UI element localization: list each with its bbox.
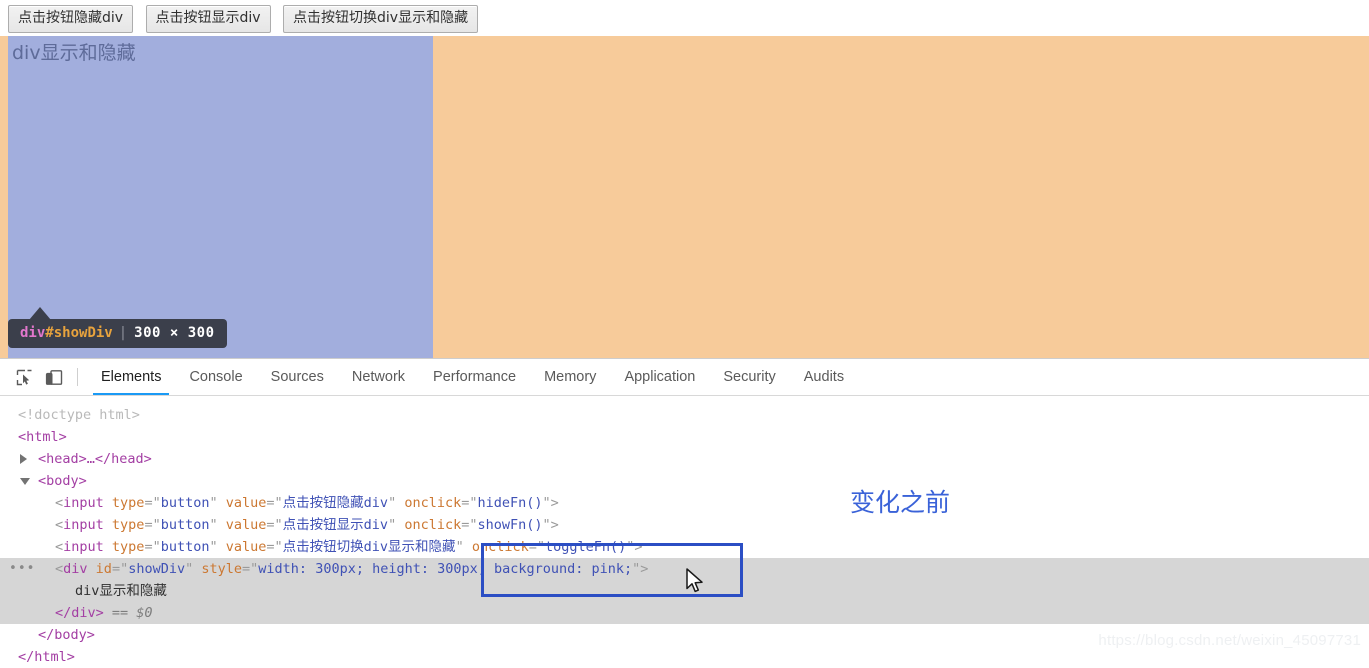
dom-node-body-open[interactable]: <body> (0, 470, 1369, 492)
chevron-right-icon[interactable] (20, 454, 27, 464)
showdiv-close-tag: </div> (55, 605, 104, 621)
dom-node-showdiv-close[interactable]: </div> == $0 (0, 602, 1369, 624)
dom-node-doctype[interactable]: <!doctype html> (0, 404, 1369, 426)
dom-node-html-open[interactable]: <html> (0, 426, 1369, 448)
tab-sources[interactable]: Sources (257, 359, 338, 395)
input-tag-1: input (63, 495, 104, 511)
show-div-button[interactable]: 点击按钮显示div (145, 5, 271, 33)
input-3-attr-value-value: 点击按钮切换div显示和隐藏 (282, 539, 456, 555)
showdiv-attr-style-name: style (201, 561, 243, 577)
input-3-attr-type-name: type (111, 539, 145, 555)
hide-div-button[interactable]: 点击按钮隐藏div (8, 5, 134, 33)
element-badge-id: #showDiv (45, 325, 113, 341)
page-button-row: 点击按钮隐藏div 点击按钮显示div 点击按钮切换div显示和隐藏 (0, 0, 1369, 36)
html-open-tag: <html> (18, 429, 67, 445)
input-2-attr-onclick-value: showFn() (477, 517, 543, 533)
dom-node-input-toggle[interactable]: <input type="button" value="点击按钮切换div显示和… (0, 536, 1369, 558)
dom-node-showdiv-text[interactable]: div显示和隐藏 (0, 580, 1369, 602)
showdiv-attr-id-value: showDiv (128, 561, 186, 577)
dom-node-head[interactable]: <head>…</head> (0, 448, 1369, 470)
tab-network[interactable]: Network (338, 359, 419, 395)
input-1-attr-value-name: value (225, 495, 267, 511)
dom-node-input-hide[interactable]: <input type="button" value="点击按钮隐藏div" o… (0, 492, 1369, 514)
rendered-page-area: div显示和隐藏 点击按钮隐藏div 点击按钮显示div 点击按钮切换div显示… (0, 0, 1369, 358)
element-badge-dimensions: 300 × 300 (134, 325, 215, 341)
dom-node-showdiv-open[interactable]: ••• <div id="showDiv" style="width: 300p… (0, 558, 1369, 580)
dom-tree[interactable]: <!doctype html> <html> <head>…</head> <b… (0, 396, 1369, 668)
head-tag: <head>…</head> (38, 451, 152, 467)
body-close-tag: </body> (38, 627, 95, 643)
inspect-cursor-icon[interactable] (10, 364, 38, 390)
tab-audits[interactable]: Audits (790, 359, 858, 395)
doctype-text: <!doctype html> (18, 407, 140, 423)
input-2-attr-value-value: 点击按钮显示div (282, 517, 389, 533)
input-2-attr-value-name: value (225, 517, 267, 533)
showdiv-attr-id-name: id (95, 561, 112, 577)
toolbar-divider (77, 368, 78, 386)
devtools-toolbar: Elements Console Sources Network Perform… (0, 359, 1369, 396)
device-toolbar-icon[interactable] (40, 364, 68, 390)
devtools-highlight-content-box (8, 36, 433, 358)
input-1-attr-type-name: type (111, 495, 145, 511)
body-open-tag: <body> (38, 473, 87, 489)
input-tag-2: input (63, 517, 104, 533)
devtools-panel: Elements Console Sources Network Perform… (0, 358, 1369, 665)
tab-console[interactable]: Console (175, 359, 256, 395)
toggle-div-button[interactable]: 点击按钮切换div显示和隐藏 (283, 5, 479, 33)
input-2-attr-type-name: type (111, 517, 145, 533)
input-1-attr-type-value: button (160, 495, 210, 511)
input-1-attr-value-value: 点击按钮隐藏div (282, 495, 389, 511)
tab-elements[interactable]: Elements (87, 359, 175, 395)
input-3-attr-onclick-value: toggleFn() (545, 539, 627, 555)
input-3-attr-type-value: button (160, 539, 210, 555)
input-2-attr-type-value: button (160, 517, 210, 533)
showdiv-attr-style-value: width: 300px; height: 300px; background:… (258, 561, 633, 577)
console-ref-label: == $0 (111, 605, 153, 621)
input-1-attr-onclick-value: hideFn() (477, 495, 543, 511)
showdiv-tag: div (63, 561, 88, 577)
tab-application[interactable]: Application (610, 359, 709, 395)
input-3-attr-value-name: value (225, 539, 267, 555)
dom-node-input-show[interactable]: <input type="button" value="点击按钮显示div" o… (0, 514, 1369, 536)
input-2-attr-onclick-name: onclick (404, 517, 462, 533)
element-badge-separator: | (118, 325, 128, 341)
input-1-attr-onclick-name: onclick (404, 495, 462, 511)
annotation-note: 变化之前 (850, 488, 951, 517)
input-3-attr-onclick-name: onclick (471, 539, 529, 555)
input-tag-3: input (63, 539, 104, 555)
node-ellipsis-marker[interactable]: ••• (9, 558, 35, 580)
html-close-tag: </html> (18, 649, 75, 665)
showdiv-text: div显示和隐藏 (12, 42, 136, 64)
tab-performance[interactable]: Performance (419, 359, 530, 395)
element-badge: div#showDiv | 300 × 300 (8, 319, 227, 348)
tab-security[interactable]: Security (709, 359, 789, 395)
tab-memory[interactable]: Memory (530, 359, 610, 395)
watermark-text: https://blog.csdn.net/weixin_45097731 (1098, 632, 1361, 649)
showdiv-text-child: div显示和隐藏 (75, 583, 167, 599)
chevron-down-icon[interactable] (20, 478, 30, 485)
element-badge-tag: div (20, 325, 46, 341)
